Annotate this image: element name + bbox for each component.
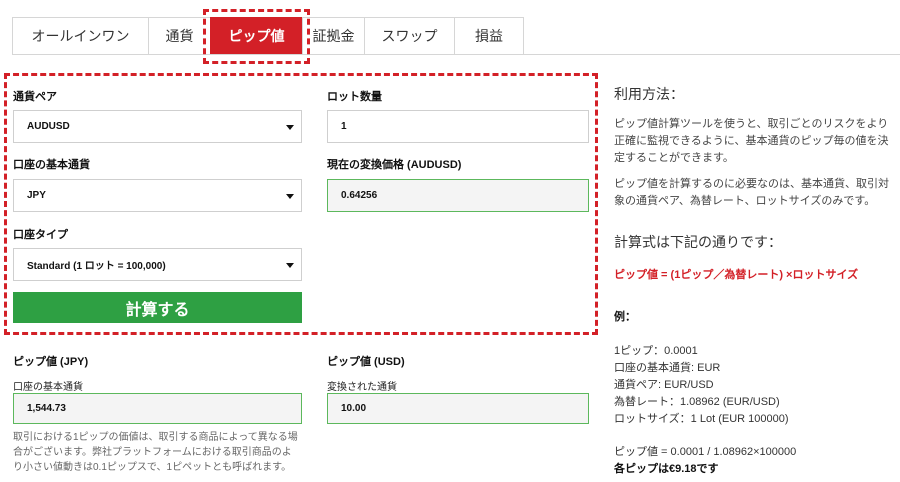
usd-sub-label: 変換された通貨 — [327, 382, 397, 393]
usage-text-line: 定することができます。 — [614, 152, 734, 164]
example-line: 1ピップ：0.0001 — [614, 345, 698, 357]
tab-pip-value[interactable]: ピップ値 — [210, 17, 302, 55]
tab-profit-loss[interactable]: 損益 — [454, 17, 524, 55]
pip-value-jpy-field[interactable]: 1,544.73 — [13, 393, 302, 424]
usage-paragraph-1: ピップ値計算ツールを使うと、取引ごとのリスクをより 正確に監視できるように、基本… — [614, 116, 896, 167]
example-result-line: 各ピップは€9.18です — [614, 463, 719, 475]
currency-pair-value: AUDUSD — [27, 121, 70, 132]
account-type-select[interactable]: Standard (1 ロット = 100,000) — [13, 248, 302, 281]
base-currency-label: 口座の基本通貨 — [13, 159, 90, 171]
formula-heading: 計算式は下記の通りです： — [614, 234, 782, 250]
pip-value-jpy-value: 1,544.73 — [27, 403, 66, 414]
formula-text: ピップ値 = (1ピップ／為替レート) ×ロットサイズ — [614, 269, 859, 281]
base-currency-value: JPY — [27, 190, 46, 201]
pip-note-line: 取引における1ピップの価値は、取引する商品によって異なる場 — [13, 432, 298, 443]
conversion-price-field[interactable]: 0.64256 — [327, 179, 589, 212]
account-type-value: Standard (1 ロット = 100,000) — [27, 261, 166, 272]
pip-value-jpy-title: ピップ値 (JPY) — [13, 356, 89, 368]
tab-currency[interactable]: 通貨 — [148, 17, 210, 55]
tab-swap[interactable]: スワップ — [364, 17, 454, 55]
usage-text-line: 象の通貨ペア、為替レート、ロットサイズのみです。 — [614, 195, 876, 207]
base-currency-select[interactable]: JPY — [13, 179, 302, 212]
currency-pair-select[interactable]: AUDUSD — [13, 110, 302, 143]
lot-quantity-label: ロット数量 — [327, 91, 382, 103]
pip-value-usd-field[interactable]: 10.00 — [327, 393, 589, 424]
account-type-label: 口座タイプ — [13, 229, 68, 241]
example-line: ロットサイズ：1 Lot (EUR 100000) — [614, 413, 789, 425]
tab-divider — [12, 54, 900, 55]
jpy-sub-label: 口座の基本通貨 — [13, 382, 83, 393]
calculator-tabs: オールインワン 通貨 ピップ値 証拠金 スワップ 損益 — [12, 17, 524, 55]
example-line: 為替レート：1.08962 (EUR/USD) — [614, 396, 780, 408]
conversion-price-value: 0.64256 — [341, 190, 378, 201]
conversion-price-label: 現在の変換価格 (AUDUSD) — [327, 159, 462, 171]
example-heading: 例： — [614, 311, 636, 323]
usage-text-line: ピップ値を計算するのに必要なのは、基本通貨、取引対 — [614, 178, 889, 190]
currency-pair-label: 通貨ペア — [13, 91, 57, 103]
pip-value-usd-value: 10.00 — [341, 403, 367, 414]
example-line: 口座の基本通貨: EUR — [614, 362, 721, 374]
lot-quantity-value: 1 — [341, 121, 347, 132]
usage-text-line: ピップ値計算ツールを使うと、取引ごとのリスクをより — [614, 118, 889, 130]
pip-note-line: り小さい値動きは0.1ピップスで、1ピペットとも呼ばれます。 — [13, 462, 292, 473]
usage-paragraph-2: ピップ値を計算するのに必要なのは、基本通貨、取引対 象の通貨ペア、為替レート、ロ… — [614, 176, 896, 210]
pip-note: 取引における1ピップの価値は、取引する商品によって異なる場 合がございます。弊社… — [13, 430, 305, 475]
lot-quantity-input[interactable]: 1 — [327, 110, 589, 143]
example-calc-line: ピップ値 = 0.0001 / 1.08962×100000 — [614, 446, 797, 458]
calculate-button[interactable]: 計算する — [13, 292, 302, 323]
usage-text-line: 正確に監視できるように、基本通貨のピップ毎の値を決 — [614, 135, 889, 147]
usage-heading: 利用方法： — [614, 86, 684, 102]
tab-margin[interactable]: 証拠金 — [302, 17, 364, 55]
example-line: 通貨ペア: EUR/USD — [614, 379, 714, 391]
pip-note-line: 合がございます。弊社プラットフォームにおける取引商品のよ — [13, 447, 292, 458]
pip-value-usd-title: ピップ値 (USD) — [327, 356, 405, 368]
tab-all-in-one[interactable]: オールインワン — [12, 17, 148, 55]
